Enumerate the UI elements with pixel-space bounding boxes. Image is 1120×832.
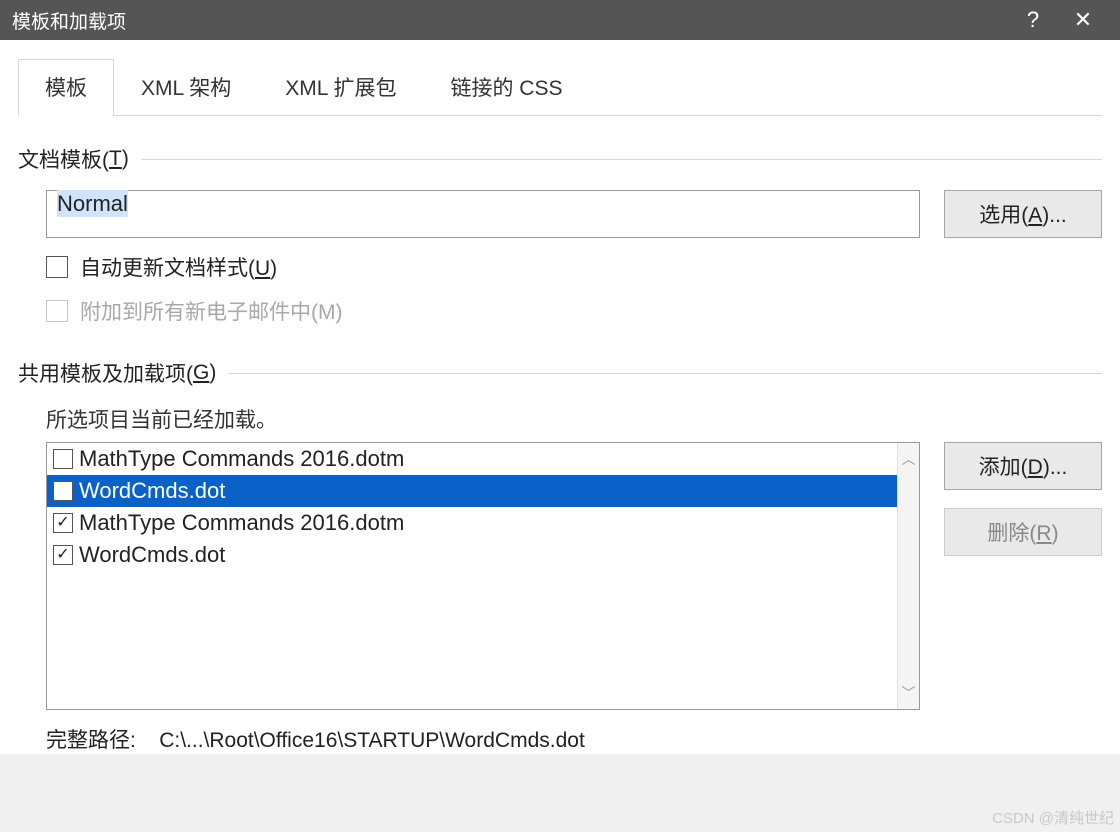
- scroll-up-icon[interactable]: ︿: [902, 449, 916, 469]
- dialog-body: 模板 XML 架构 XML 扩展包 链接的 CSS 文档模板(T) Normal…: [0, 40, 1120, 754]
- close-button[interactable]: ✕: [1058, 0, 1108, 40]
- titlebar: 模板和加载项 ? ✕: [0, 0, 1120, 40]
- global-templates-listbox[interactable]: MathType Commands 2016.dotm ✓ WordCmds.d…: [46, 442, 920, 710]
- global-templates-header: 共用模板及加载项(G): [18, 358, 1102, 388]
- scroll-down-icon[interactable]: ﹀: [902, 683, 916, 703]
- doc-template-value: Normal: [57, 190, 128, 217]
- list-item[interactable]: ✓ MathType Commands 2016.dotm: [47, 507, 897, 539]
- tab-linked-css[interactable]: 链接的 CSS: [423, 59, 589, 116]
- list-item[interactable]: ✓ WordCmds.dot: [47, 475, 897, 507]
- list-item[interactable]: MathType Commands 2016.dotm: [47, 443, 897, 475]
- full-path-value: C:\...\Root\Office16\STARTUP\WordCmds.do…: [159, 729, 585, 752]
- attach-email-label: 附加到所有新电子邮件中(M): [80, 296, 342, 326]
- tab-templates[interactable]: 模板: [18, 59, 114, 116]
- full-path-label: 完整路径:: [46, 729, 136, 752]
- checkbox-icon: [46, 300, 68, 322]
- auto-update-label: 自动更新文档样式(U): [80, 252, 277, 282]
- dialog-title: 模板和加载项: [12, 7, 1008, 34]
- global-hint: 所选项目当前已经加载。: [46, 404, 1102, 434]
- watermark: CSDN @清纯世纪: [992, 807, 1114, 828]
- doc-template-header: 文档模板(T): [18, 144, 1102, 174]
- auto-update-checkbox-row[interactable]: 自动更新文档样式(U): [46, 252, 1102, 282]
- full-path-row: 完整路径: C:\...\Root\Office16\STARTUP\WordC…: [46, 724, 1102, 754]
- add-button[interactable]: 添加(D)...: [944, 442, 1102, 490]
- checkbox-icon[interactable]: [53, 449, 73, 469]
- checkbox-icon[interactable]: ✓: [53, 545, 73, 565]
- help-button[interactable]: ?: [1008, 0, 1058, 40]
- list-item[interactable]: ✓ WordCmds.dot: [47, 539, 897, 571]
- attach-email-checkbox-row: 附加到所有新电子邮件中(M): [46, 296, 1102, 326]
- tab-xml-schema[interactable]: XML 架构: [114, 59, 258, 116]
- checkbox-icon[interactable]: ✓: [53, 513, 73, 533]
- remove-button[interactable]: 删除(R): [944, 508, 1102, 556]
- tabstrip: 模板 XML 架构 XML 扩展包 链接的 CSS: [18, 58, 1102, 116]
- tab-xml-expansion[interactable]: XML 扩展包: [258, 59, 423, 116]
- listbox-inner: MathType Commands 2016.dotm ✓ WordCmds.d…: [47, 443, 897, 709]
- scrollbar[interactable]: ︿ ﹀: [897, 443, 919, 709]
- attach-button[interactable]: 选用(A)...: [944, 190, 1102, 238]
- doc-template-input[interactable]: Normal: [46, 190, 920, 238]
- checkbox-icon: [46, 256, 68, 278]
- checkbox-icon[interactable]: ✓: [53, 481, 73, 501]
